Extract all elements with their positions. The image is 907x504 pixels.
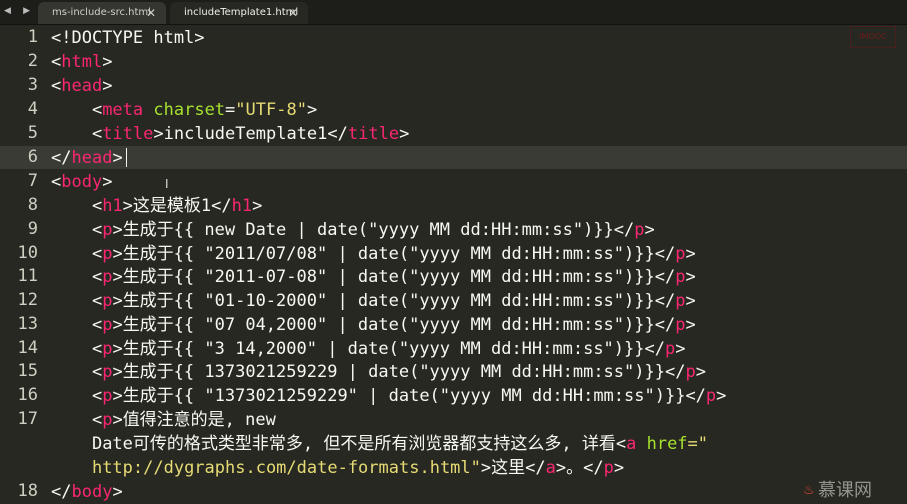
code-line[interactable]: <body> [51, 171, 112, 194]
mouse-ibeam-icon: I [165, 177, 169, 191]
line-number: 14 [17, 338, 38, 358]
code-line[interactable]: <p>值得注意的是, new [51, 409, 276, 432]
line-number: 6 [27, 147, 38, 167]
tab-ms-include-src[interactable]: ms-include-src.html ✕ [38, 2, 166, 24]
line-number: 17 [17, 409, 38, 429]
close-icon[interactable]: ✕ [146, 2, 156, 24]
tab-label: ms-include-src.html [52, 7, 151, 18]
watermark: 慕课网 [818, 480, 872, 501]
code-line[interactable]: <meta charset="UTF-8"> [51, 99, 317, 122]
code-line[interactable]: <html> [51, 51, 112, 74]
code-line[interactable]: <p>生成于{{ "01-10-2000" | date("yyyy MM dd… [51, 290, 696, 313]
line-number: 9 [27, 219, 38, 239]
line-number: 2 [27, 51, 38, 71]
tab-includeTemplate1[interactable]: includeTemplate1.html ✕ [170, 2, 308, 24]
text-cursor [126, 148, 127, 167]
code-line[interactable]: <!DOCTYPE html> [51, 27, 205, 50]
line-number: 15 [17, 361, 38, 381]
code-line[interactable]: <p>生成于{{ "3 14,2000" | date("yyyy MM dd:… [51, 338, 686, 361]
line-number: 4 [27, 99, 38, 119]
code-line[interactable]: <p>生成于{{ "1373021259229" | date("yyyy MM… [51, 385, 726, 408]
code-line[interactable]: <p>生成于{{ "2011/07/08" | date("yyyy MM dd… [51, 243, 696, 266]
code-line[interactable]: <title>includeTemplate1</title> [51, 123, 409, 146]
close-icon[interactable]: ✕ [288, 2, 298, 24]
tab-label: includeTemplate1.html [184, 7, 299, 18]
flame-logo-icon: ♨ [804, 479, 814, 498]
code-line[interactable]: <p>生成于{{ "2011-07-08" | date("yyyy MM dd… [51, 266, 696, 289]
code-line[interactable]: <p>生成于{{ 1373021259229 | date("yyyy MM d… [51, 361, 706, 384]
code-line[interactable]: <head> [51, 75, 112, 98]
line-number: 16 [17, 385, 38, 405]
code-line[interactable]: http://dygraphs.com/date-formats.html">这… [51, 457, 624, 480]
code-line[interactable]: <h1>这是模板1</h1> [51, 195, 262, 218]
line-number: 12 [17, 290, 38, 310]
line-number: 7 [27, 171, 38, 191]
line-number: 5 [27, 123, 38, 143]
line-number: 11 [17, 266, 38, 286]
line-number: 18 [17, 481, 38, 501]
current-line-highlight [0, 146, 907, 169]
line-number: 1 [27, 27, 38, 47]
tab-nav-arrows[interactable]: ◀ ▶ [4, 3, 30, 19]
code-line[interactable]: </head> [51, 147, 123, 170]
code-line[interactable]: Date可传的格式类型非常多, 但不是所有浏览器都支持这么多, 详看<a hre… [51, 433, 708, 456]
code-line[interactable]: <p>生成于{{ new Date | date("yyyy MM dd:HH:… [51, 219, 655, 242]
code-line[interactable]: </body> [51, 481, 123, 504]
forward-arrow-icon[interactable]: ▶ [23, 6, 30, 16]
line-number: 13 [17, 314, 38, 334]
back-arrow-icon[interactable]: ◀ [4, 6, 11, 16]
tab-bar: ◀ ▶ ms-include-src.html ✕ includeTemplat… [0, 0, 907, 25]
code-line[interactable]: <p>生成于{{ "07 04,2000" | date("yyyy MM dd… [51, 314, 696, 337]
corner-logo: IMOOC [850, 26, 896, 48]
line-number: 8 [27, 195, 38, 215]
line-number: 10 [17, 243, 38, 263]
line-number: 3 [27, 75, 38, 95]
